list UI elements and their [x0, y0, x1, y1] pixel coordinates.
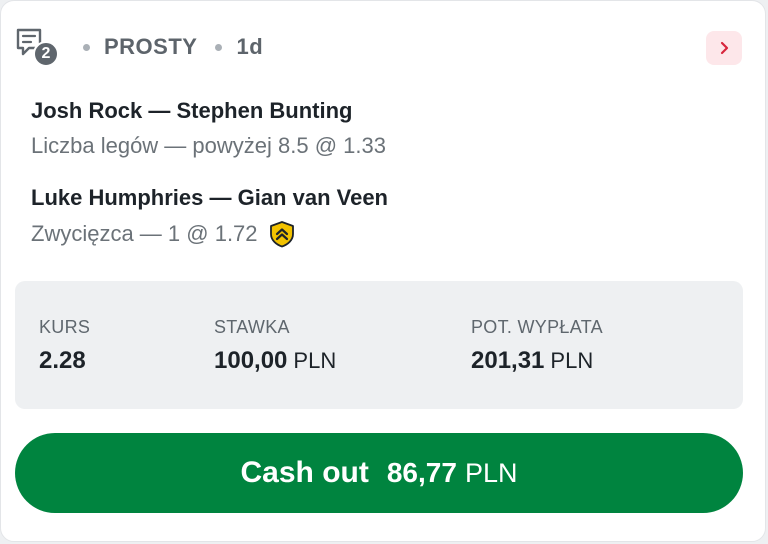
expand-button[interactable] [706, 31, 742, 65]
payout-label: POT. WYPŁATA [471, 317, 603, 337]
stake-label: STAWKA [214, 317, 290, 337]
stake-currency: PLN [293, 348, 337, 373]
selections-count-badge: 2 [33, 41, 59, 67]
selection-event: Josh Rock — Stephen Bunting [31, 98, 353, 123]
bet-header: 2 PROSTY 1d [15, 27, 742, 67]
bet-type-label: PROSTY [104, 34, 198, 59]
ticket-list-icon: 2 [15, 27, 61, 67]
cash-out-currency: PLN [464, 457, 518, 488]
payout-currency: PLN [550, 348, 594, 373]
odds-label: KURS [39, 317, 91, 337]
cash-out-amount: 86,77 [386, 457, 457, 488]
bet-summary-panel: KURS 2.28 STAWKA 100,00 PLN POT. WYPŁATA … [15, 281, 743, 409]
selection-item[interactable]: Josh Rock — Stephen Bunting Liczba legów… [31, 98, 386, 159]
cash-out-button[interactable]: Cash out 86,77 PLN [15, 433, 743, 513]
odds-column: KURS 2.28 [39, 317, 90, 378]
selection-market: Zwycięzca — 1 @ 1.72 [31, 221, 258, 246]
bet-card: 2 PROSTY 1d Josh Rock — Stephen Bunting … [0, 0, 766, 542]
chevron-right-icon [720, 41, 729, 55]
bet-age-label: 1d [236, 34, 264, 59]
selection-market: Liczba legów — powyżej 8.5 @ 1.33 [31, 133, 386, 158]
cash-out-label: Cash out [240, 456, 369, 489]
separator-dot [83, 43, 90, 51]
payout-value: 201,31 [471, 347, 545, 374]
separator-dot [215, 43, 223, 51]
selection-item[interactable]: Luke Humphries — Gian van Veen Zwycięzca… [31, 185, 388, 248]
stake-column: STAWKA 100,00 PLN [214, 317, 336, 378]
payout-column: POT. WYPŁATA 201,31 PLN [471, 317, 603, 378]
odds-value: 2.28 [39, 347, 86, 374]
stake-value: 100,00 [214, 347, 288, 374]
odds-boost-icon [268, 220, 296, 248]
selection-event: Luke Humphries — Gian van Veen [31, 185, 388, 210]
